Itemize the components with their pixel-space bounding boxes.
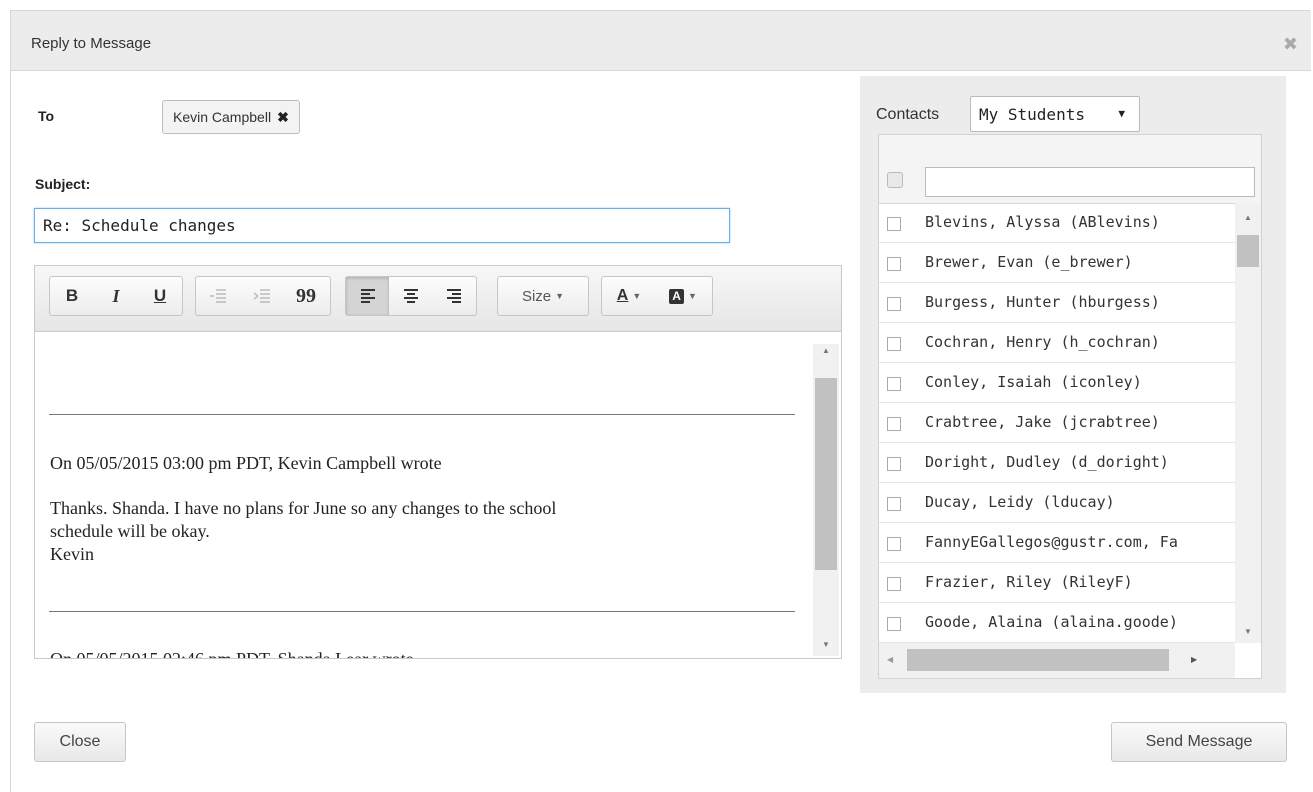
font-color-button[interactable]: A ▼ xyxy=(602,277,656,315)
contact-name: Cochran, Henry (h_cochran) xyxy=(925,333,1160,351)
dialog-titlebar: Reply to Message ✖ xyxy=(11,11,1311,71)
contact-row[interactable]: Brewer, Evan (e_brewer) xyxy=(879,243,1235,283)
italic-button[interactable]: I xyxy=(94,277,138,315)
quote1-line2: schedule will be okay. xyxy=(50,521,210,541)
subject-label: Subject: xyxy=(35,176,91,192)
editor-scroll-thumb[interactable] xyxy=(815,378,837,570)
contact-row[interactable]: Conley, Isaiah (iconley) xyxy=(879,363,1235,403)
contact-name: Frazier, Riley (RileyF) xyxy=(925,573,1133,591)
recipient-name: Kevin Campbell xyxy=(173,109,272,125)
contact-checkbox[interactable] xyxy=(887,257,901,271)
format-group: B I U xyxy=(49,276,183,316)
contacts-hscrollbar[interactable]: ◀ ▶ xyxy=(879,643,1235,678)
contacts-panel: Contacts My Students ▼ Blevins, Alyssa (… xyxy=(860,76,1286,693)
contact-checkbox[interactable] xyxy=(887,457,901,471)
close-icon[interactable]: ✖ xyxy=(1283,35,1298,53)
align-center-icon[interactable] xyxy=(389,277,432,315)
size-label: Size xyxy=(521,287,552,305)
contact-checkbox[interactable] xyxy=(887,577,901,591)
contact-row[interactable]: Cochran, Henry (h_cochran) xyxy=(879,323,1235,363)
indent-icon[interactable] xyxy=(240,277,284,315)
contacts-list: Blevins, Alyssa (ABlevins) Brewer, Evan … xyxy=(878,134,1262,679)
editor-body[interactable]: On 05/05/2015 03:00 pm PDT, Kevin Campbe… xyxy=(35,332,805,658)
indent-group: 99 xyxy=(195,276,331,316)
quote1-line3: Kevin xyxy=(50,544,94,564)
contact-row[interactable]: Frazier, Riley (RileyF) xyxy=(879,563,1235,603)
contact-name: Crabtree, Jake (jcrabtree) xyxy=(925,413,1160,431)
quote-divider xyxy=(49,414,795,415)
contact-name: Goode, Alaina (alaina.goode) xyxy=(925,613,1178,631)
contact-row[interactable]: Burgess, Hunter (hburgess) xyxy=(879,283,1235,323)
filter-row xyxy=(879,159,1261,204)
contact-name: Ducay, Leidy (lducay) xyxy=(925,493,1115,511)
contact-checkbox[interactable] xyxy=(887,297,901,311)
editor-scrollbar[interactable]: ▲ ▼ xyxy=(813,344,839,656)
contact-name: Burgess, Hunter (hburgess) xyxy=(925,293,1160,311)
align-right-icon[interactable] xyxy=(433,277,476,315)
bold-button[interactable]: B xyxy=(50,277,94,315)
select-all-checkbox[interactable] xyxy=(887,172,903,188)
contacts-select[interactable]: My Students ▼ xyxy=(970,96,1140,132)
underline-button[interactable]: U xyxy=(138,277,182,315)
contacts-vscrollbar[interactable]: ▲ ▼ xyxy=(1235,203,1261,643)
scroll-up-icon[interactable]: ▲ xyxy=(813,346,839,355)
remove-recipient-icon[interactable]: ✖ xyxy=(277,109,289,126)
contact-name: Conley, Isaiah (iconley) xyxy=(925,373,1142,391)
contact-checkbox[interactable] xyxy=(887,217,901,231)
contacts-rows: Blevins, Alyssa (ABlevins) Brewer, Evan … xyxy=(879,203,1235,643)
contacts-scroll-thumb[interactable] xyxy=(1237,235,1259,267)
color-group: A ▼ A ▼ xyxy=(601,276,713,316)
list-header xyxy=(879,135,1261,160)
scroll-down-icon[interactable]: ▼ xyxy=(1235,627,1261,636)
scroll-up-icon[interactable]: ▲ xyxy=(1235,213,1261,222)
bg-color-button[interactable]: A ▼ xyxy=(656,277,710,315)
contact-row[interactable]: Goode, Alaina (alaina.goode) xyxy=(879,603,1235,643)
contact-row[interactable]: Doright, Dudley (d_doright) xyxy=(879,443,1235,483)
dialog-title: Reply to Message xyxy=(31,35,152,52)
recipient-chip[interactable]: Kevin Campbell ✖ xyxy=(162,100,300,134)
editor-toolbar: B I U 99 Size ▼ A ▼ A ▼ xyxy=(35,266,841,332)
quote-divider xyxy=(49,611,795,612)
font-color-icon: A xyxy=(616,287,629,304)
contacts-label: Contacts xyxy=(876,106,940,123)
subject-input[interactable]: Re: Schedule changes xyxy=(34,208,730,243)
contact-row[interactable]: Ducay, Leidy (lducay) xyxy=(879,483,1235,523)
contact-checkbox[interactable] xyxy=(887,417,901,431)
contact-row[interactable]: Blevins, Alyssa (ABlevins) xyxy=(879,203,1235,243)
chevron-down-icon: ▼ xyxy=(1118,107,1125,120)
contact-checkbox[interactable] xyxy=(887,337,901,351)
contact-name: FannyEGallegos@gustr.com, Fa xyxy=(925,533,1178,551)
outdent-icon[interactable] xyxy=(196,277,240,315)
size-dropdown[interactable]: Size ▼ xyxy=(497,276,589,316)
contacts-filter-input[interactable] xyxy=(925,167,1255,197)
contact-row[interactable]: Crabtree, Jake (jcrabtree) xyxy=(879,403,1235,443)
align-left-icon[interactable] xyxy=(346,277,390,315)
align-group xyxy=(345,276,477,316)
contacts-hscroll-thumb[interactable] xyxy=(907,649,1169,671)
contact-checkbox[interactable] xyxy=(887,537,901,551)
contact-name: Brewer, Evan (e_brewer) xyxy=(925,253,1133,271)
quote1-line1: Thanks. Shanda. I have no plans for June… xyxy=(50,498,557,518)
scroll-left-icon[interactable]: ◀ xyxy=(887,655,893,664)
message-editor: B I U 99 Size ▼ A ▼ A ▼ On 05/05/2015 03… xyxy=(34,265,842,659)
to-label: To xyxy=(38,108,55,124)
blockquote-button[interactable]: 99 xyxy=(284,277,328,315)
size-caret-icon: ▼ xyxy=(555,291,565,301)
contact-checkbox[interactable] xyxy=(887,617,901,631)
contact-checkbox[interactable] xyxy=(887,497,901,511)
close-button[interactable]: Close xyxy=(34,722,126,762)
contact-name: Doright, Dudley (d_doright) xyxy=(925,453,1169,471)
bg-color-icon: A xyxy=(669,288,685,304)
contact-checkbox[interactable] xyxy=(887,377,901,391)
quote2-header: On 05/05/2015 02:46 pm PDT, Shanda Lear … xyxy=(50,648,414,658)
contact-row[interactable]: FannyEGallegos@gustr.com, Fa xyxy=(879,523,1235,563)
scroll-right-icon[interactable]: ▶ xyxy=(1191,655,1197,664)
send-message-button[interactable]: Send Message xyxy=(1111,722,1287,762)
quote1-header: On 05/05/2015 03:00 pm PDT, Kevin Campbe… xyxy=(50,453,442,473)
contacts-select-value: My Students xyxy=(979,104,1085,124)
contact-name: Blevins, Alyssa (ABlevins) xyxy=(925,213,1160,231)
scroll-down-icon[interactable]: ▼ xyxy=(813,640,839,649)
